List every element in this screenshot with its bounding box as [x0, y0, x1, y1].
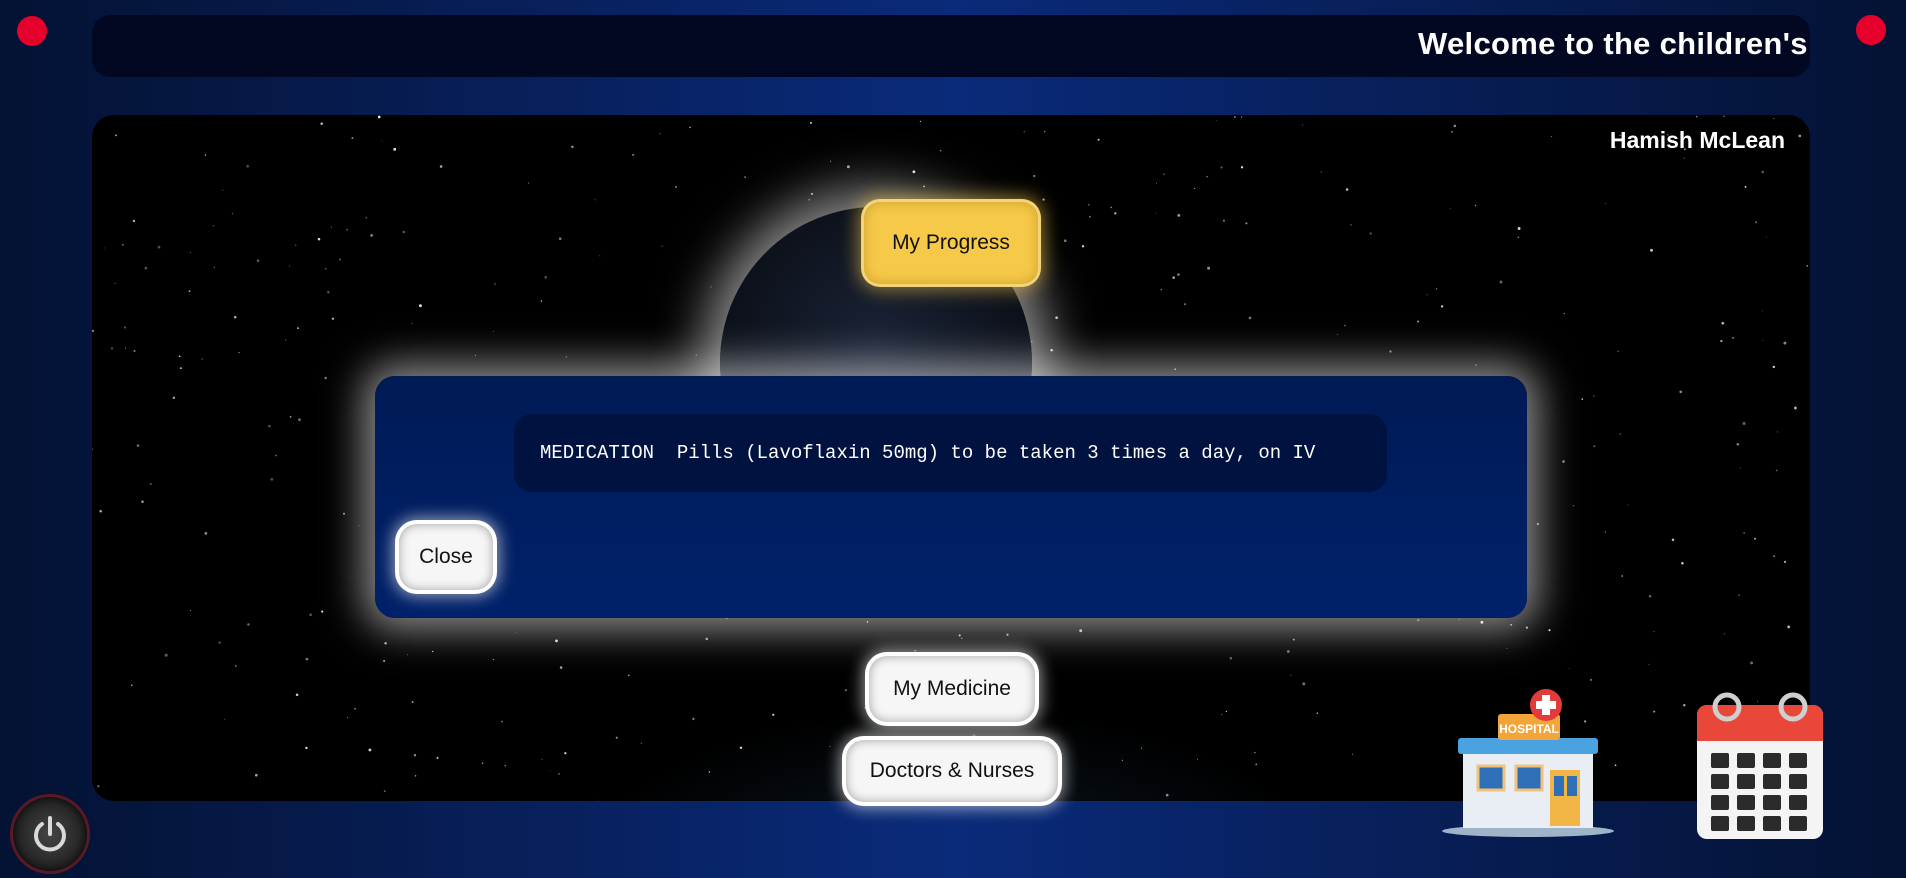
hospital-button[interactable]: HOSPITAL: [1440, 688, 1620, 843]
user-name: Hamish McLean: [1609, 127, 1785, 153]
power-icon: [34, 816, 66, 852]
doctors-nurses-button[interactable]: Doctors & Nurses: [846, 740, 1058, 802]
calendar-icon: [1697, 692, 1823, 839]
calendar-button[interactable]: [1695, 687, 1825, 848]
hospital-icon: HOSPITAL: [1442, 689, 1614, 837]
my-medicine-button[interactable]: My Medicine: [869, 656, 1035, 722]
power-button[interactable]: [13, 797, 87, 871]
welcome-banner: Welcome to the children's p: [92, 15, 1810, 77]
medication-info-box: MEDICATION Pills (Lavoflaxin 50mg) to be…: [514, 414, 1387, 492]
status-indicator-left: [17, 16, 47, 46]
close-button[interactable]: Close: [399, 524, 493, 590]
medication-text: MEDICATION Pills (Lavoflaxin 50mg) to be…: [540, 442, 1316, 464]
my-progress-button[interactable]: My Progress: [864, 202, 1038, 284]
medication-dialog: MEDICATION Pills (Lavoflaxin 50mg) to be…: [375, 376, 1527, 618]
hospital-sign-text: HOSPITAL: [1499, 722, 1559, 736]
status-indicator-right: [1856, 15, 1886, 45]
welcome-banner-text: Welcome to the children's p: [1418, 26, 1810, 61]
